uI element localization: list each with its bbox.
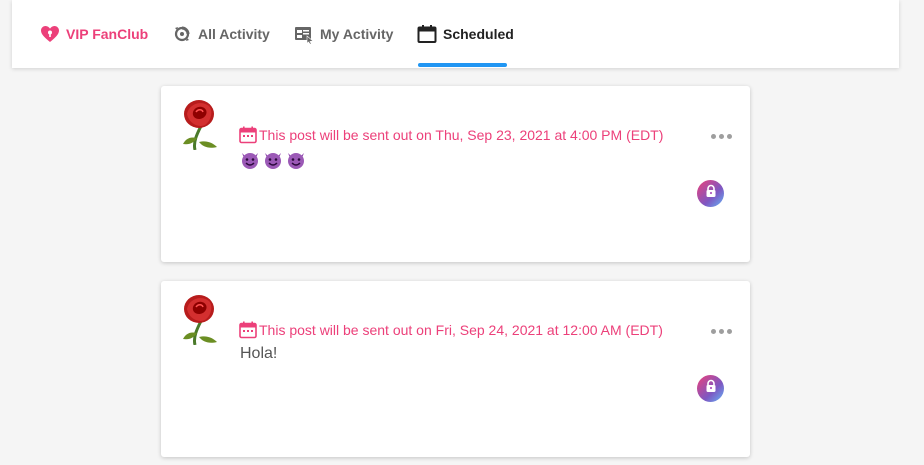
tab-label: Scheduled	[443, 26, 514, 42]
tab-my-activity[interactable]: My Activity	[294, 0, 393, 68]
lock-icon	[704, 379, 718, 398]
post-body	[240, 150, 306, 175]
tab-label: My Activity	[320, 26, 394, 42]
tab-all-activity[interactable]: All Activity	[172, 0, 270, 68]
refresh-globe-icon	[172, 24, 192, 44]
smiling-devil-icon	[263, 150, 283, 175]
schedule-notice: This post will be sent out on Thu, Sep 2…	[239, 126, 663, 144]
emoji-row	[240, 150, 306, 175]
active-tab-indicator	[418, 63, 507, 67]
smiling-devil-icon	[286, 150, 306, 175]
more-options-button[interactable]	[711, 329, 732, 334]
post-body: Hola!	[240, 345, 277, 363]
tab-label: VIP FanClub	[66, 26, 149, 42]
lock-button[interactable]	[697, 180, 724, 207]
rose-icon[interactable]	[179, 98, 223, 151]
schedule-text: This post will be sent out on Fri, Sep 2…	[259, 322, 663, 338]
post-text: Hola!	[240, 345, 278, 362]
rose-icon[interactable]	[179, 293, 223, 346]
lock-button[interactable]	[697, 375, 724, 402]
smiling-devil-icon	[240, 150, 260, 175]
scheduled-post-card: This post will be sent out on Thu, Sep 2…	[161, 86, 750, 262]
dashboard-icon	[294, 24, 314, 44]
tab-scheduled[interactable]: Scheduled	[417, 0, 514, 68]
tab-label: All Activity	[198, 26, 270, 42]
calendar-icon	[239, 321, 257, 339]
more-dots-icon	[711, 134, 716, 139]
more-options-button[interactable]	[711, 134, 732, 139]
heart-lock-icon	[40, 24, 60, 44]
top-nav-bar: VIP FanClub All Activity My Activity Sch…	[12, 0, 899, 68]
more-dots-icon	[711, 329, 716, 334]
calendar-icon	[417, 24, 437, 44]
calendar-icon	[239, 126, 257, 144]
tab-vip-fanclub[interactable]: VIP FanClub	[40, 0, 148, 68]
scheduled-post-card: This post will be sent out on Fri, Sep 2…	[161, 281, 750, 457]
schedule-notice: This post will be sent out on Fri, Sep 2…	[239, 321, 663, 339]
lock-icon	[704, 184, 718, 203]
schedule-text: This post will be sent out on Thu, Sep 2…	[259, 127, 664, 143]
